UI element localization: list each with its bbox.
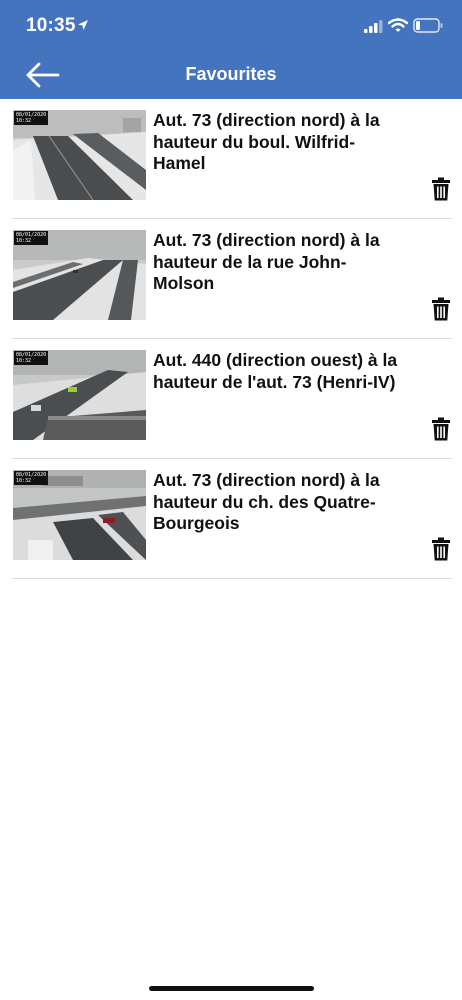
trash-icon [432,537,450,561]
camera-timestamp: 08/01/2020 10:32 [14,231,49,245]
camera-title[interactable]: Aut. 73 (direction nord) à la hauteur du… [153,110,403,175]
wifi-icon [388,18,408,32]
battery-icon [413,18,443,33]
list-item[interactable]: 08/01/2020 10:32 Aut. 73 (direction nord… [12,99,452,219]
favourites-list: 08/01/2020 10:32 Aut. 73 (direction nord… [12,99,452,579]
location-arrow-icon [78,20,88,30]
camera-timestamp: 08/01/2020 10:32 [14,471,49,485]
camera-title[interactable]: Aut. 73 (direction nord) à la hauteur du… [153,470,403,535]
trash-icon [432,417,450,441]
list-item[interactable]: 08/01/2020 10:32 Aut. 73 (direction nord… [12,219,452,339]
camera-timestamp: 08/01/2020 10:32 [14,351,49,365]
trash-icon [432,297,450,321]
camera-thumbnail[interactable]: 08/01/2020 10:32 [13,350,146,440]
camera-timestamp: 08/01/2020 10:32 [14,111,49,125]
list-item[interactable]: 08/01/2020 10:32 Aut. 73 (direction nord… [12,459,452,579]
camera-thumbnail[interactable]: 08/01/2020 10:32 [13,110,146,200]
home-indicator[interactable] [149,986,314,991]
delete-button[interactable] [432,537,450,561]
app-header: 10:35 Favourites [0,0,462,99]
status-time: 10:35 [26,15,76,36]
camera-title[interactable]: Aut. 73 (direction nord) à la hauteur de… [153,230,403,295]
camera-thumbnail[interactable]: 08/01/2020 10:32 [13,230,146,320]
list-item[interactable]: 08/01/2020 10:32 Aut. 440 (direction oue… [12,339,452,459]
camera-thumbnail[interactable]: 08/01/2020 10:32 [13,470,146,560]
page-title: Favourites [185,64,277,84]
camera-title[interactable]: Aut. 440 (direction ouest) à la hauteur … [153,350,403,393]
delete-button[interactable] [432,177,450,201]
trash-icon [432,177,450,201]
delete-button[interactable] [432,297,450,321]
signal-icon [364,20,383,33]
delete-button[interactable] [432,417,450,441]
